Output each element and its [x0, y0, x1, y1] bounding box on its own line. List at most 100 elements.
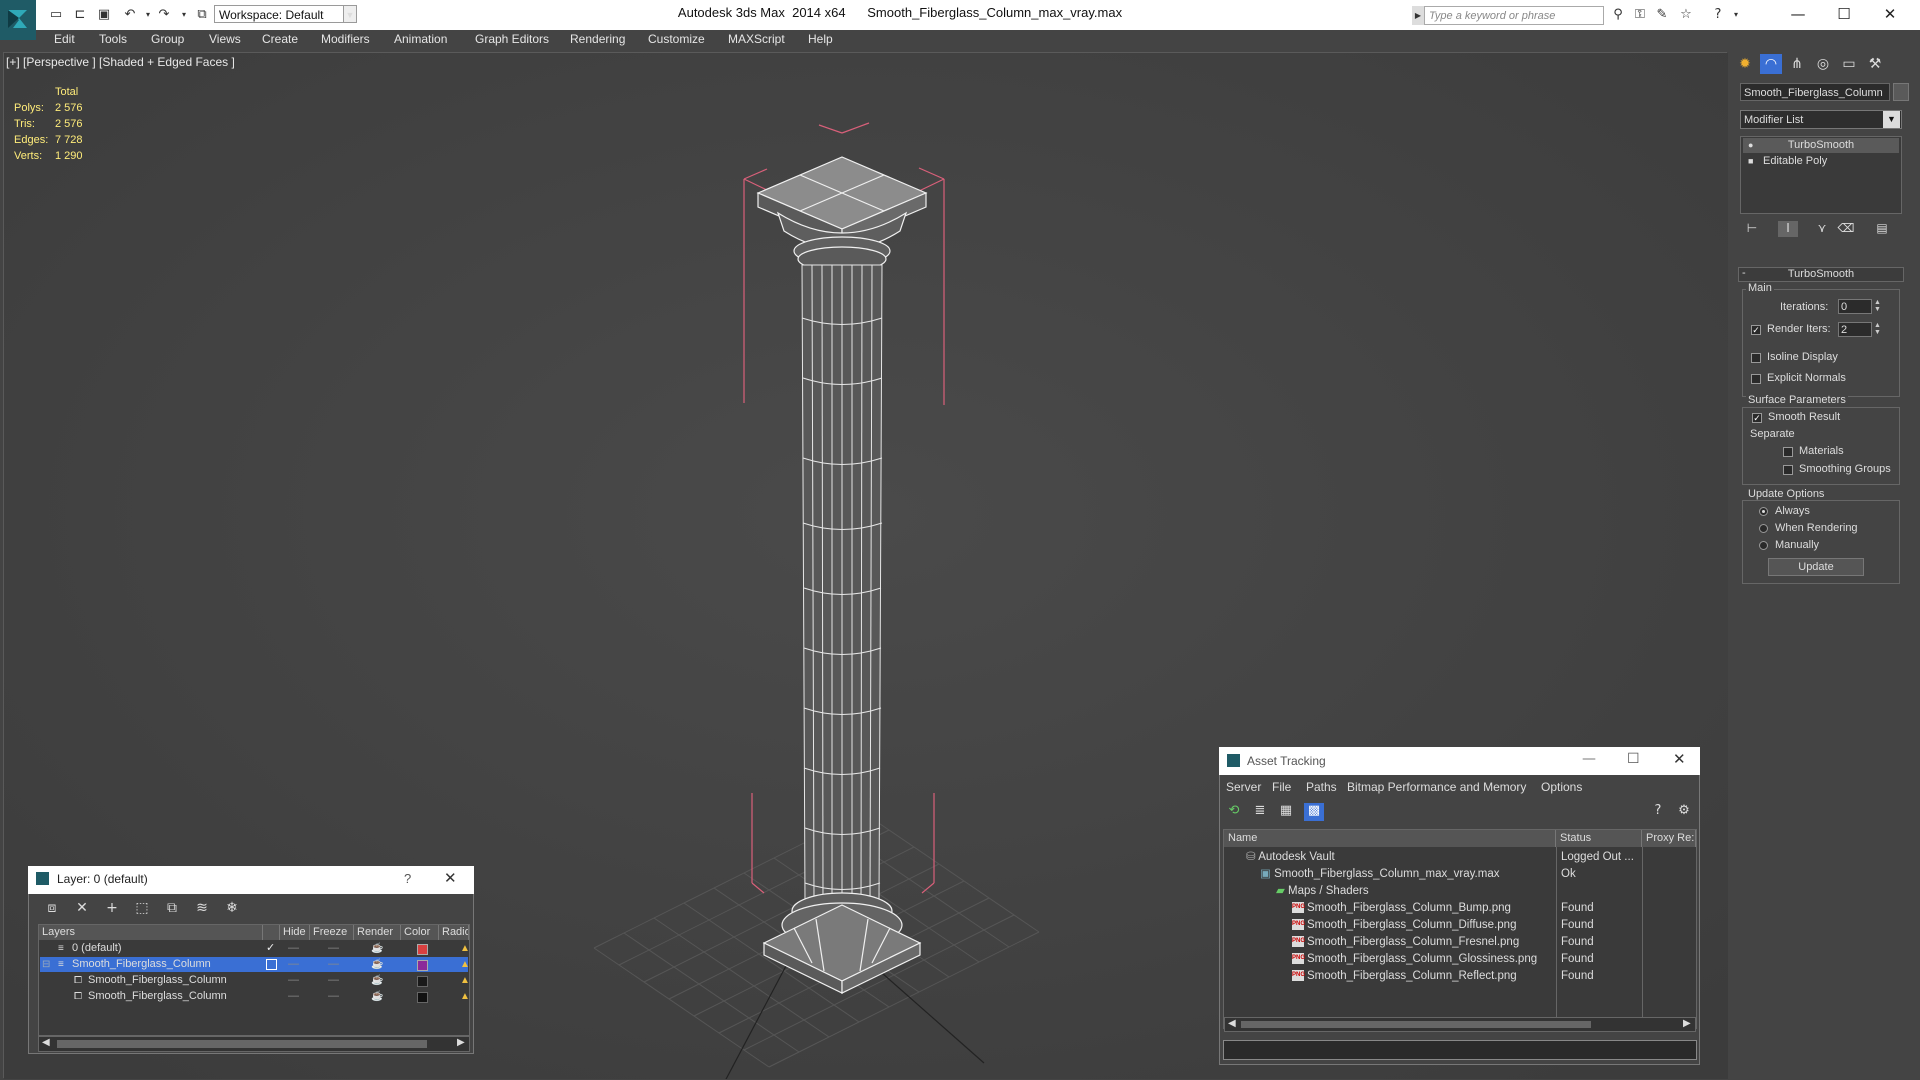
asset-menu-bitmap-performance[interactable]: Bitmap Performance and Memory [1347, 780, 1526, 794]
object-name-field[interactable]: Smooth_Fiberglass_Column [1740, 83, 1890, 101]
scroll-left-icon[interactable]: ◀ [42, 1037, 50, 1048]
col-name[interactable]: Name [1224, 830, 1556, 847]
menu-tools[interactable]: Tools [99, 32, 127, 46]
menu-rendering[interactable]: Rendering [570, 32, 625, 46]
search-input[interactable]: Type a keyword or phrase [1424, 6, 1604, 25]
remove-modifier-icon[interactable]: ⌫ [1836, 221, 1856, 237]
update-button[interactable]: Update [1768, 558, 1864, 576]
lightbulb-icon[interactable]: ● [1748, 138, 1753, 153]
rollout-collapse-icon[interactable]: - [1742, 267, 1746, 279]
redo-icon[interactable]: ↷ [156, 6, 172, 22]
layer-color-swatch[interactable] [417, 992, 428, 1003]
scroll-left-icon[interactable]: ◀ [1228, 1018, 1236, 1029]
layer-color-swatch[interactable] [417, 960, 428, 971]
modify-tab-icon[interactable]: ◠ [1760, 54, 1782, 74]
save-icon[interactable]: ▣ [96, 6, 112, 22]
menu-help[interactable]: Help [808, 32, 833, 46]
menu-group[interactable]: Group [151, 32, 184, 46]
freeze-toggle[interactable]: — [328, 989, 339, 1004]
stack-item-turbosmooth[interactable]: ● TurboSmooth [1743, 138, 1899, 153]
freeze-all-layers-icon[interactable]: ❄ [222, 900, 242, 918]
update-always-radio[interactable] [1759, 507, 1768, 516]
help-dropdown-icon[interactable]: ▾ [1728, 6, 1744, 22]
close-icon[interactable]: ✕ [1868, 2, 1912, 26]
freeze-toggle[interactable]: — [328, 973, 339, 988]
asset-close-icon[interactable]: ✕ [1673, 750, 1686, 768]
hide-toggle[interactable]: — [288, 973, 299, 988]
thumbnail-view-icon[interactable]: ▦ [1276, 803, 1296, 821]
col-layers[interactable]: Layers [39, 925, 263, 940]
col-status[interactable]: Status [1556, 830, 1642, 847]
asset-menu-paths[interactable]: Paths [1306, 780, 1337, 794]
app-logo-icon[interactable] [0, 0, 36, 40]
asset-horizontal-scrollbar[interactable]: ◀ ▶ [1224, 1017, 1696, 1032]
motion-tab-icon[interactable]: ◎ [1812, 54, 1834, 74]
workspace-dropdown[interactable]: Workspace: Default [214, 5, 344, 23]
update-manually-radio[interactable] [1759, 541, 1768, 550]
configure-modifier-sets-icon[interactable]: ▤ [1872, 221, 1892, 237]
menu-views[interactable]: Views [209, 32, 241, 46]
stack-item-editable-poly[interactable]: ■ Editable Poly [1743, 154, 1899, 169]
iterations-spinner-arrows-icon[interactable]: ▲ ▼ [1874, 299, 1882, 314]
asset-menu-options[interactable]: Options [1541, 780, 1582, 794]
select-objects-icon[interactable]: ⬚ [132, 900, 152, 918]
radiosity-icon[interactable]: ▲ [460, 941, 470, 956]
object-color-swatch[interactable] [1893, 83, 1909, 101]
minimize-icon[interactable]: — [1776, 2, 1820, 26]
workspace-dropdown-arrow-icon[interactable]: ▼ [343, 5, 357, 23]
hide-all-layers-icon[interactable]: ≋ [192, 900, 212, 918]
layer-row-selected[interactable]: ⊟ ≡ Smooth_Fiberglass_Column — — ☕ ▲ [40, 957, 470, 972]
layer-color-swatch[interactable] [417, 976, 428, 987]
isoline-display-checkbox[interactable] [1751, 353, 1761, 363]
menu-create[interactable]: Create [262, 32, 298, 46]
render-iters-spinner[interactable]: 2 [1838, 322, 1872, 337]
communication-center-icon[interactable]: ✎ [1654, 6, 1670, 22]
asset-row[interactable]: PNG Smooth_Fiberglass_Column_Bump.png Foun… [1224, 900, 1696, 917]
asset-options-icon[interactable]: ⚙ [1674, 803, 1694, 821]
layer-dialog-close-icon[interactable]: ✕ [444, 869, 457, 887]
asset-tracking-titlebar[interactable]: Asset Tracking — ☐ ✕ [1219, 747, 1700, 775]
asset-row[interactable]: ▣ Smooth_Fiberglass_Column_max_vray.max O… [1224, 866, 1696, 883]
col-proxy-resolution[interactable]: Proxy Re: [1642, 830, 1696, 847]
col-render[interactable]: Render [354, 925, 401, 940]
asset-menu-server[interactable]: Server [1226, 780, 1261, 794]
radiosity-icon[interactable]: ▲ [460, 957, 470, 972]
scroll-right-icon[interactable]: ▶ [1683, 1018, 1691, 1029]
scroll-right-icon[interactable]: ▶ [457, 1037, 465, 1048]
layer-row[interactable]: ≡ 0 (default) ✓ — — ☕ ▲ [40, 941, 470, 956]
collapse-icon[interactable]: ⊟ [42, 957, 50, 972]
expand-icon[interactable]: ■ [1748, 154, 1753, 169]
create-tab-icon[interactable]: ✹ [1734, 54, 1756, 74]
asset-row[interactable]: ⛁ Autodesk Vault Logged Out ... [1224, 849, 1696, 866]
hierarchy-tab-icon[interactable]: ⋔ [1786, 54, 1808, 74]
separate-smoothing-groups-checkbox[interactable] [1783, 465, 1793, 475]
hide-toggle[interactable]: — [288, 941, 299, 956]
smooth-result-checkbox[interactable]: ✓ [1752, 413, 1762, 423]
radiosity-icon[interactable]: ▲ [460, 973, 470, 988]
table-view-icon[interactable]: ▩ [1304, 803, 1324, 821]
layer-color-swatch[interactable] [417, 944, 428, 955]
menu-maxscript[interactable]: MAXScript [728, 32, 785, 46]
list-view-icon[interactable]: ≣ [1250, 803, 1270, 821]
scroll-thumb[interactable] [1241, 1021, 1591, 1028]
asset-minimize-icon[interactable]: — [1582, 751, 1596, 767]
layer-dialog-titlebar[interactable]: Layer: 0 (default) ? ✕ [28, 866, 474, 894]
help-icon[interactable]: ? [1710, 6, 1726, 22]
current-layer-check-icon[interactable]: ✓ [266, 941, 275, 956]
asset-path-field[interactable] [1223, 1040, 1697, 1060]
asset-maximize-icon[interactable]: ☐ [1627, 751, 1640, 767]
layer-row[interactable]: ⧠ Smooth_Fiberglass_Column — — ☕ ▲ [40, 989, 470, 1004]
render-teapot-icon[interactable]: ☕ [371, 941, 383, 956]
menu-modifiers[interactable]: Modifiers [321, 32, 370, 46]
asset-row[interactable]: PNG Smooth_Fiberglass_Column_Glossiness.p… [1224, 951, 1696, 968]
modifier-list-dropdown[interactable]: Modifier List [1740, 110, 1902, 129]
asset-row[interactable]: ▰ Maps / Shaders [1224, 883, 1696, 900]
hide-toggle[interactable]: — [288, 957, 299, 972]
search-expand-icon[interactable]: ▶ [1412, 6, 1424, 25]
refresh-icon[interactable]: ⟲ [1224, 803, 1244, 821]
separate-materials-checkbox[interactable] [1783, 447, 1793, 457]
modifier-list-arrow-icon[interactable]: ▼ [1883, 111, 1900, 128]
delete-layer-icon[interactable]: ✕ [72, 900, 92, 918]
freeze-toggle[interactable]: — [328, 957, 339, 972]
asset-help-icon[interactable]: ? [1648, 803, 1668, 821]
